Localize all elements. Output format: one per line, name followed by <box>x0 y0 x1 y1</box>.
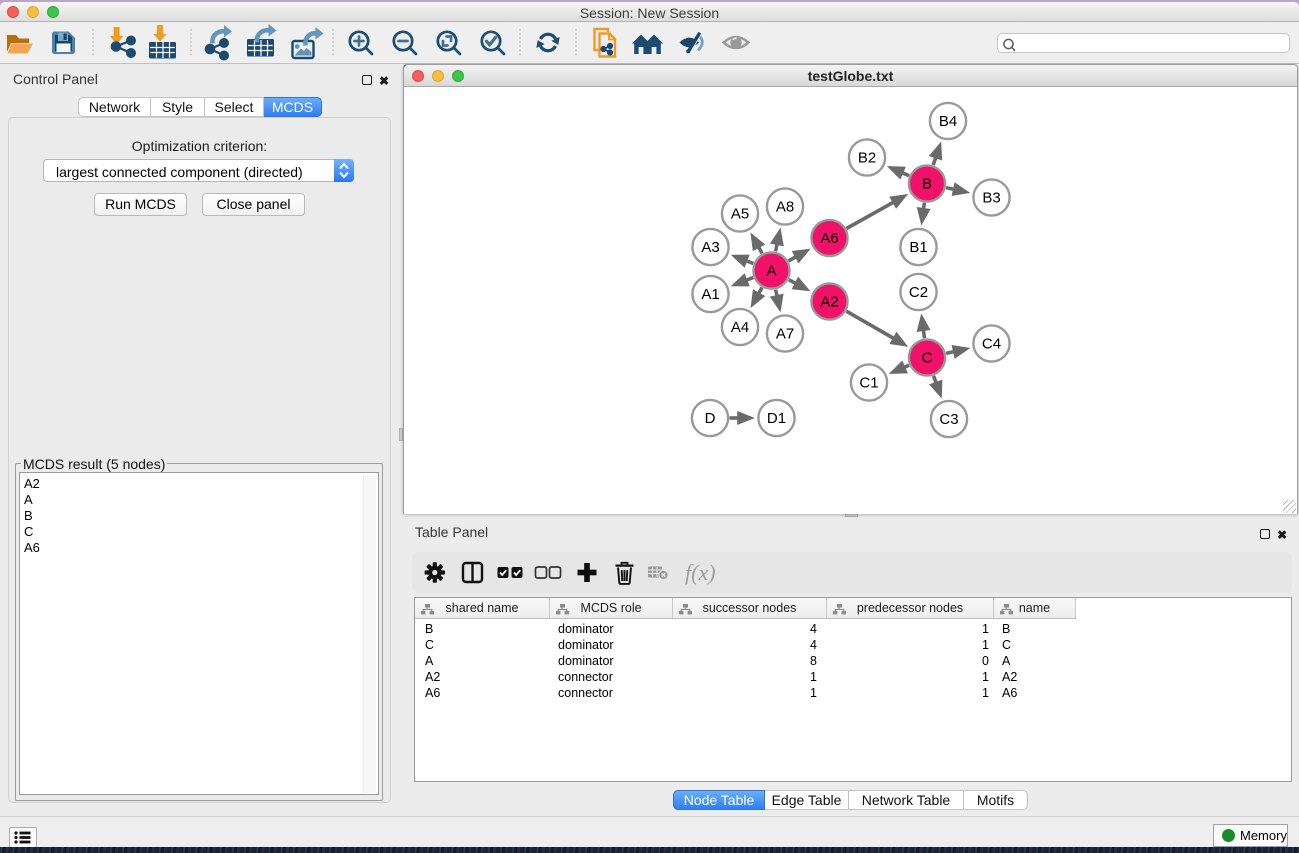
svg-text:B4: B4 <box>939 113 957 130</box>
svg-text:D: D <box>705 410 716 427</box>
svg-text:A2: A2 <box>820 294 838 311</box>
svg-text:B1: B1 <box>909 239 927 256</box>
svg-text:C3: C3 <box>939 411 958 428</box>
svg-text:A4: A4 <box>731 319 749 336</box>
svg-text:C: C <box>922 350 933 367</box>
svg-text:f(x): f(x) <box>685 560 716 585</box>
svg-text:B3: B3 <box>982 190 1000 207</box>
svg-text:D1: D1 <box>767 410 786 427</box>
svg-text:C4: C4 <box>982 336 1001 353</box>
svg-text:A5: A5 <box>731 206 749 223</box>
svg-text:B2: B2 <box>858 150 876 167</box>
svg-text:C2: C2 <box>909 284 928 301</box>
svg-text:A8: A8 <box>776 199 794 216</box>
svg-text:A1: A1 <box>701 286 719 303</box>
svg-text:A3: A3 <box>701 239 719 256</box>
svg-text:A7: A7 <box>776 326 794 343</box>
svg-text:B: B <box>922 176 932 193</box>
svg-text:C1: C1 <box>859 375 878 392</box>
svg-text:A: A <box>766 263 776 280</box>
svg-text:A6: A6 <box>820 230 838 247</box>
